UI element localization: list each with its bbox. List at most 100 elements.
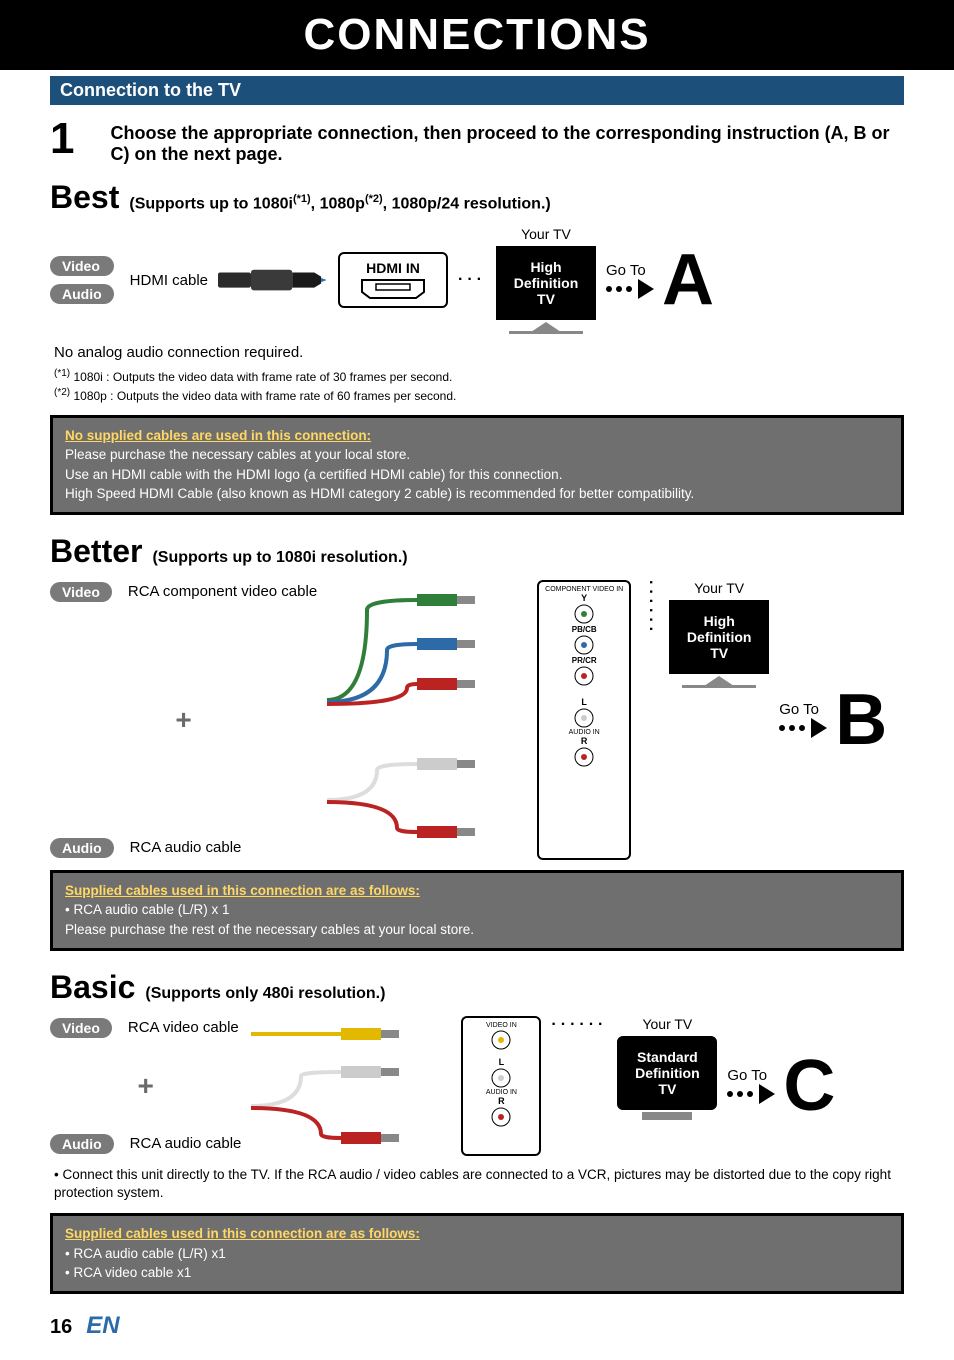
basic-info-l2: • RCA video cable x1 [65, 1263, 889, 1283]
jack-icon [491, 1030, 511, 1050]
better-info-l1: • RCA audio cable (L/R) x 1 [65, 900, 889, 920]
hdmi-cable-label: HDMI cable [130, 272, 208, 289]
tv-stand-icon [674, 676, 764, 688]
fn2-text: 1080p : Outputs the video data with fram… [73, 389, 456, 403]
best-info-l3: High Speed HDMI Cable (also known as HDM… [65, 484, 889, 504]
dotted-connector: ······ [551, 1016, 607, 1156]
page-number: 16 [50, 1316, 72, 1339]
step-number: 1 [50, 117, 87, 161]
plus-icon: + [50, 698, 317, 742]
basic-goto: Go To C [727, 1016, 835, 1156]
tv-stand-icon [622, 1112, 712, 1122]
better-info-box: Supplied cables used in this connection … [50, 870, 904, 951]
sd-tv-icon: Standard Definition TV [617, 1036, 717, 1110]
your-tv-label: Your TV [617, 1016, 717, 1032]
component-cables-icon [327, 580, 527, 860]
better-info-l2: Please purchase the rest of the necessar… [65, 920, 889, 940]
tv-line3: TV [628, 1081, 706, 1097]
best-info-l2: Use an HDMI cable with the HDMI logo (a … [65, 465, 889, 485]
best-note: No analog audio connection required. [54, 344, 904, 361]
best-desc-mid: , 1080p [311, 195, 365, 212]
better-info-head: Supplied cables used in this connection … [65, 881, 889, 901]
best-info-box: No supplied cables are used in this conn… [50, 415, 904, 515]
better-label: Better [50, 533, 142, 570]
video-pill: Video [50, 582, 112, 602]
page-title: CONNECTIONS [303, 10, 650, 60]
basic-info-head: Supplied cables used in this connection … [65, 1224, 889, 1244]
lead-dots-icon [727, 1084, 775, 1104]
hd-tv-icon: High Definition TV [669, 600, 769, 674]
hdmi-plug-icon [218, 258, 328, 302]
best-pill-column: Video Audio [50, 254, 114, 306]
port-l-label: L [545, 697, 623, 707]
best-desc-post: , 1080p/24 resolution.) [383, 195, 551, 212]
tv-line2: Definition [680, 629, 758, 645]
port-pr-label: PR/CR [545, 656, 623, 665]
best-info-head: No supplied cables are used in this conn… [65, 426, 889, 446]
port-y-label: Y [545, 593, 623, 603]
basic-desc: (Supports only 480i resolution.) [145, 985, 385, 1003]
audio-in-label: AUDIO IN [545, 729, 623, 736]
jack-icon [574, 708, 594, 728]
basic-tv-column: Your TV Standard Definition TV [617, 1016, 717, 1156]
tv-line3: TV [507, 291, 585, 307]
basic-info-l1: • RCA audio cable (L/R) x1 [65, 1244, 889, 1264]
footnote-2: (*2) 1080p : Outputs the video data with… [54, 386, 904, 405]
port-pb-label: PB/CB [545, 625, 623, 634]
video-in-label: VIDEO IN [469, 1022, 533, 1029]
basic-label: Basic [50, 969, 135, 1006]
best-desc-pre: (Supports up to 1080i [129, 195, 293, 212]
lead-dots-icon [779, 718, 827, 738]
video-pill: Video [50, 1018, 112, 1038]
best-desc: (Supports up to 1080i(*1), 1080p(*2), 10… [129, 193, 550, 213]
goto-letter-c: C [783, 1050, 835, 1122]
basic-note: • Connect this unit directly to the TV. … [54, 1166, 900, 1204]
tv-line1: Standard [628, 1049, 706, 1065]
port-r-label: R [469, 1096, 533, 1106]
better-diagram: Video RCA component video cable + Audio … [50, 580, 904, 860]
goto-label: Go To [606, 262, 652, 279]
lead-dots-icon [606, 279, 654, 299]
port-r-label: R [545, 736, 623, 746]
your-tv-label: Your TV [669, 580, 769, 596]
hdmi-in-port: HDMI IN [338, 252, 448, 308]
jack-icon [574, 635, 594, 655]
step-row: 1 Choose the appropriate connection, the… [50, 117, 904, 165]
jack-icon [491, 1068, 511, 1088]
jack-icon [574, 747, 594, 767]
tv-line1: High [680, 613, 758, 629]
rca-video-cable-label: RCA video cable [128, 1019, 239, 1036]
basic-info-box: Supplied cables used in this connection … [50, 1213, 904, 1294]
tv-line3: TV [680, 645, 758, 661]
jack-icon [574, 666, 594, 686]
best-diagram: Video Audio HDMI cable HDMI IN ··· Your … [50, 226, 904, 334]
goto-letter-b: B [835, 684, 887, 756]
best-sup2: (*2) [365, 193, 383, 205]
better-goto: Go To B [779, 580, 887, 860]
best-sup1: (*1) [293, 193, 311, 205]
better-tv-column: Your TV High Definition TV [669, 580, 769, 860]
goto-label: Go To [779, 701, 825, 718]
composite-port-block: VIDEO IN L AUDIO IN R [461, 1016, 541, 1156]
rca-audio-cable-label: RCA audio cable [130, 1135, 242, 1152]
best-tv-column: Your TV High Definition TV [496, 226, 596, 334]
audio-in-label: AUDIO IN [469, 1089, 533, 1096]
tv-line1: High [507, 259, 585, 275]
best-label: Best [50, 179, 119, 216]
tv-stand-icon [501, 322, 591, 334]
port-l-label: L [469, 1057, 533, 1067]
step-instruction: Choose the appropriate connection, then … [111, 117, 904, 165]
page-header-bar: CONNECTIONS [0, 0, 954, 70]
hd-tv-icon: High Definition TV [496, 246, 596, 320]
basic-diagram: Video RCA video cable + Audio RCA audio … [50, 1016, 904, 1156]
audio-pill: Audio [50, 284, 114, 304]
hdmi-port-icon [358, 278, 428, 300]
audio-pill: Audio [50, 838, 114, 858]
audio-pill: Audio [50, 1134, 114, 1154]
hdmi-in-label: HDMI IN [350, 260, 436, 276]
tv-line2: Definition [507, 275, 585, 291]
footnote-1: (*1) 1080i : Outputs the video data with… [54, 367, 904, 386]
component-port-block: COMPONENT VIDEO IN Y PB/CB PR/CR L AUDIO… [537, 580, 631, 860]
basic-heading: Basic (Supports only 480i resolution.) [50, 969, 904, 1006]
tv-line2: Definition [628, 1065, 706, 1081]
